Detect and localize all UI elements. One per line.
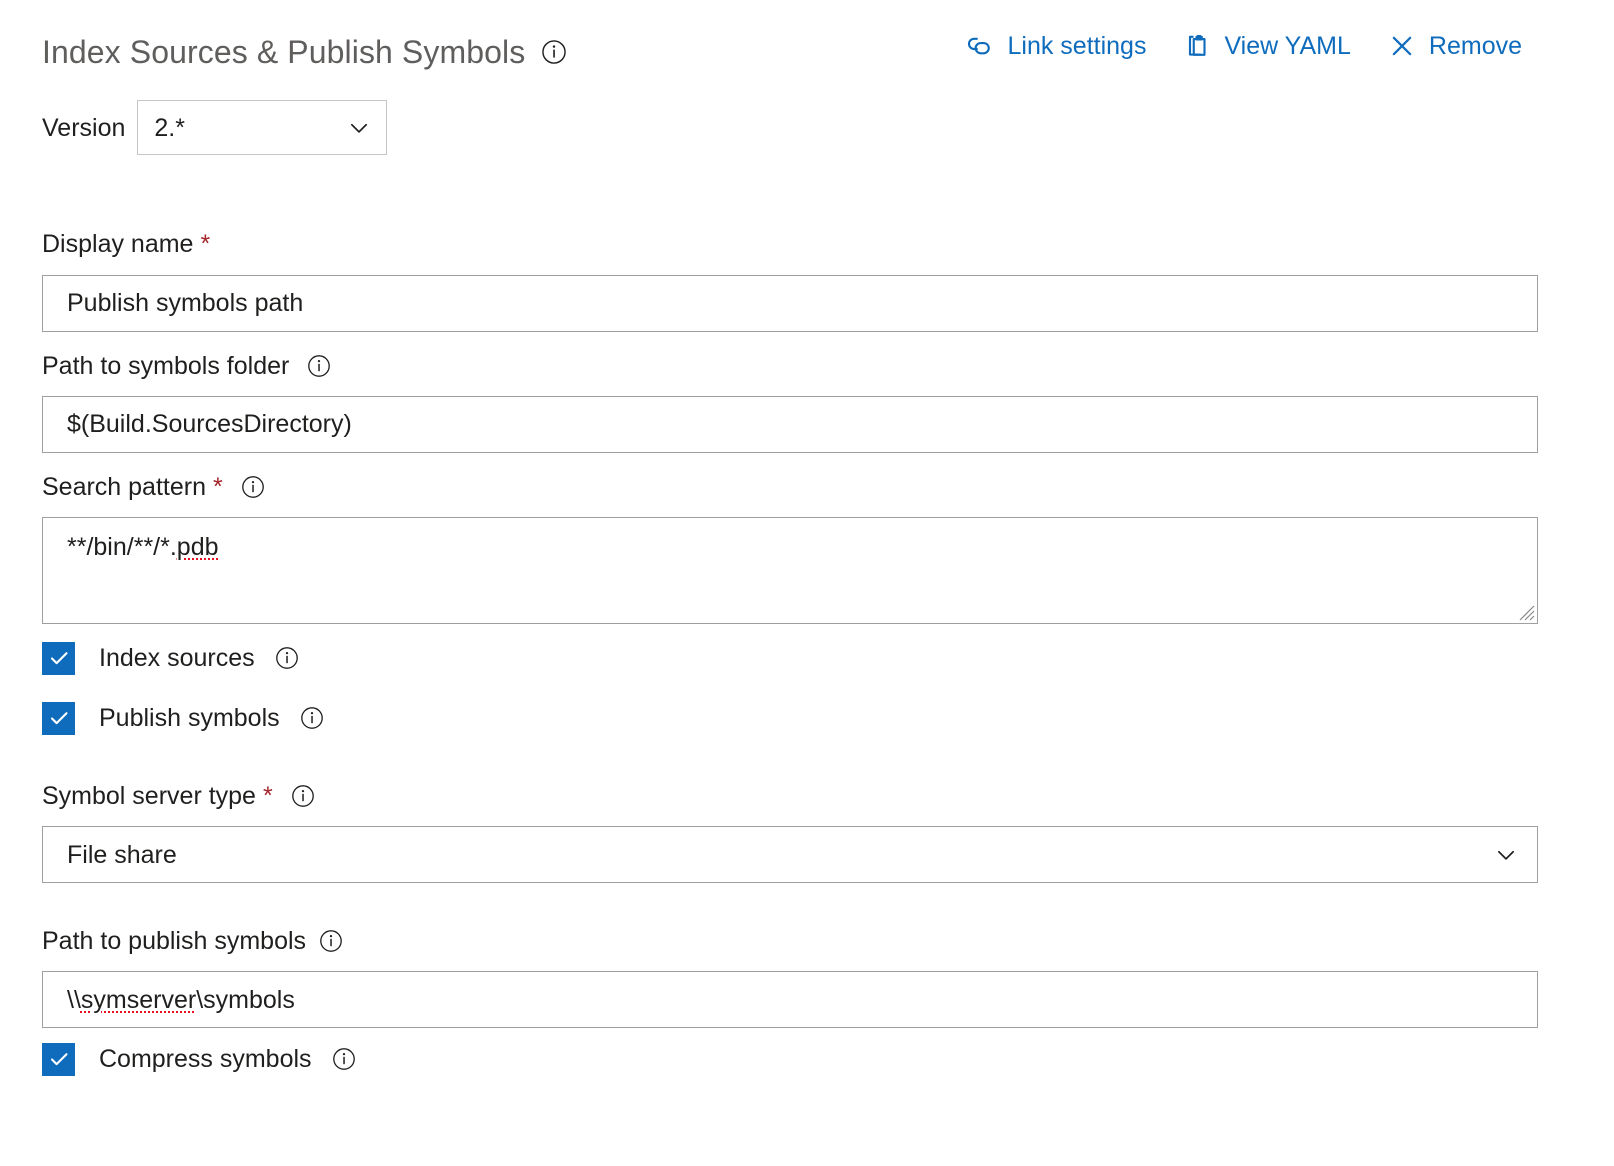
version-dropdown[interactable]: 2.*	[137, 100, 387, 155]
required-marker: *	[263, 784, 273, 809]
version-label: Version	[42, 112, 125, 144]
path-to-publish-symbols-info-icon[interactable]	[318, 928, 344, 954]
clipboard-icon	[1182, 31, 1212, 61]
path-to-publish-symbols-label-row: Path to publish symbols	[42, 925, 1538, 957]
field-search-pattern: Search pattern * **/bin/**/*.pdb	[42, 471, 1538, 624]
version-row: Version 2.*	[42, 100, 387, 155]
publish-symbols-label: Publish symbols	[99, 702, 280, 734]
display-name-label-row: Display name *	[42, 228, 1538, 260]
search-pattern-textarea[interactable]	[42, 517, 1538, 624]
search-pattern-info-icon[interactable]	[240, 474, 266, 500]
chevron-down-icon	[1493, 842, 1519, 868]
path-to-symbols-folder-input[interactable]	[42, 396, 1538, 453]
compress-symbols-label: Compress symbols	[99, 1043, 312, 1075]
row-index-sources: Index sources	[42, 638, 1538, 678]
search-pattern-textarea-wrap: **/bin/**/*.pdb	[42, 517, 1538, 624]
link-settings-label: Link settings	[1007, 30, 1146, 62]
path-to-publish-symbols-input[interactable]	[42, 971, 1538, 1028]
page-title: Index Sources & Publish Symbols	[42, 32, 525, 72]
publish-symbols-checkbox[interactable]	[42, 702, 75, 735]
remove-button[interactable]: Remove	[1387, 30, 1522, 62]
symbol-server-type-dropdown[interactable]: File share	[42, 826, 1538, 883]
field-path-to-publish-symbols: Path to publish symbols \\symserver\symb…	[42, 925, 1538, 1028]
compress-symbols-info-icon[interactable]	[331, 1046, 357, 1072]
title-group: Index Sources & Publish Symbols	[42, 32, 567, 72]
view-yaml-label: View YAML	[1224, 30, 1350, 62]
close-icon	[1387, 31, 1417, 61]
row-publish-symbols: Publish symbols	[42, 698, 1538, 738]
path-to-publish-symbols-input-wrap: \\symserver\symbols	[42, 971, 1538, 1028]
chevron-down-icon	[346, 115, 372, 141]
remove-label: Remove	[1429, 30, 1522, 62]
panel-toolbar: Link settings View YAML	[965, 30, 1522, 62]
symbol-server-type-info-icon[interactable]	[290, 783, 316, 809]
index-sources-label: Index sources	[99, 642, 255, 674]
path-to-symbols-folder-info-icon[interactable]	[306, 353, 332, 379]
view-yaml-button[interactable]: View YAML	[1182, 30, 1350, 62]
symbol-server-type-label: Symbol server type	[42, 780, 256, 812]
compress-symbols-checkbox[interactable]	[42, 1043, 75, 1076]
path-to-publish-symbols-label: Path to publish symbols	[42, 925, 306, 957]
search-pattern-label-row: Search pattern *	[42, 471, 1538, 503]
panel-header: Index Sources & Publish Symbols Link set…	[0, 0, 1614, 92]
required-marker: *	[200, 232, 210, 257]
display-name-input[interactable]	[42, 275, 1538, 332]
field-path-to-symbols-folder: Path to symbols folder	[42, 350, 1538, 453]
field-display-name: Display name *	[42, 228, 1538, 332]
task-settings-form: Display name * Path to symbols folder	[42, 228, 1538, 1079]
version-value: 2.*	[154, 113, 346, 143]
required-marker: *	[213, 475, 223, 500]
symbol-server-type-value: File share	[67, 840, 1493, 870]
row-compress-symbols: Compress symbols	[42, 1039, 1538, 1079]
index-sources-info-icon[interactable]	[274, 645, 300, 671]
link-settings-button[interactable]: Link settings	[965, 30, 1146, 62]
task-editor-panel: Index Sources & Publish Symbols Link set…	[0, 0, 1614, 1166]
search-pattern-label: Search pattern	[42, 471, 206, 503]
display-name-label: Display name	[42, 228, 193, 260]
path-to-symbols-folder-label-row: Path to symbols folder	[42, 350, 1538, 382]
index-sources-checkbox[interactable]	[42, 642, 75, 675]
title-info-icon[interactable]	[541, 39, 567, 65]
publish-symbols-info-icon[interactable]	[299, 705, 325, 731]
symbol-server-type-label-row: Symbol server type *	[42, 780, 1538, 812]
link-icon	[965, 31, 995, 61]
field-symbol-server-type: Symbol server type * File share	[42, 780, 1538, 883]
path-to-symbols-folder-label: Path to symbols folder	[42, 350, 289, 382]
